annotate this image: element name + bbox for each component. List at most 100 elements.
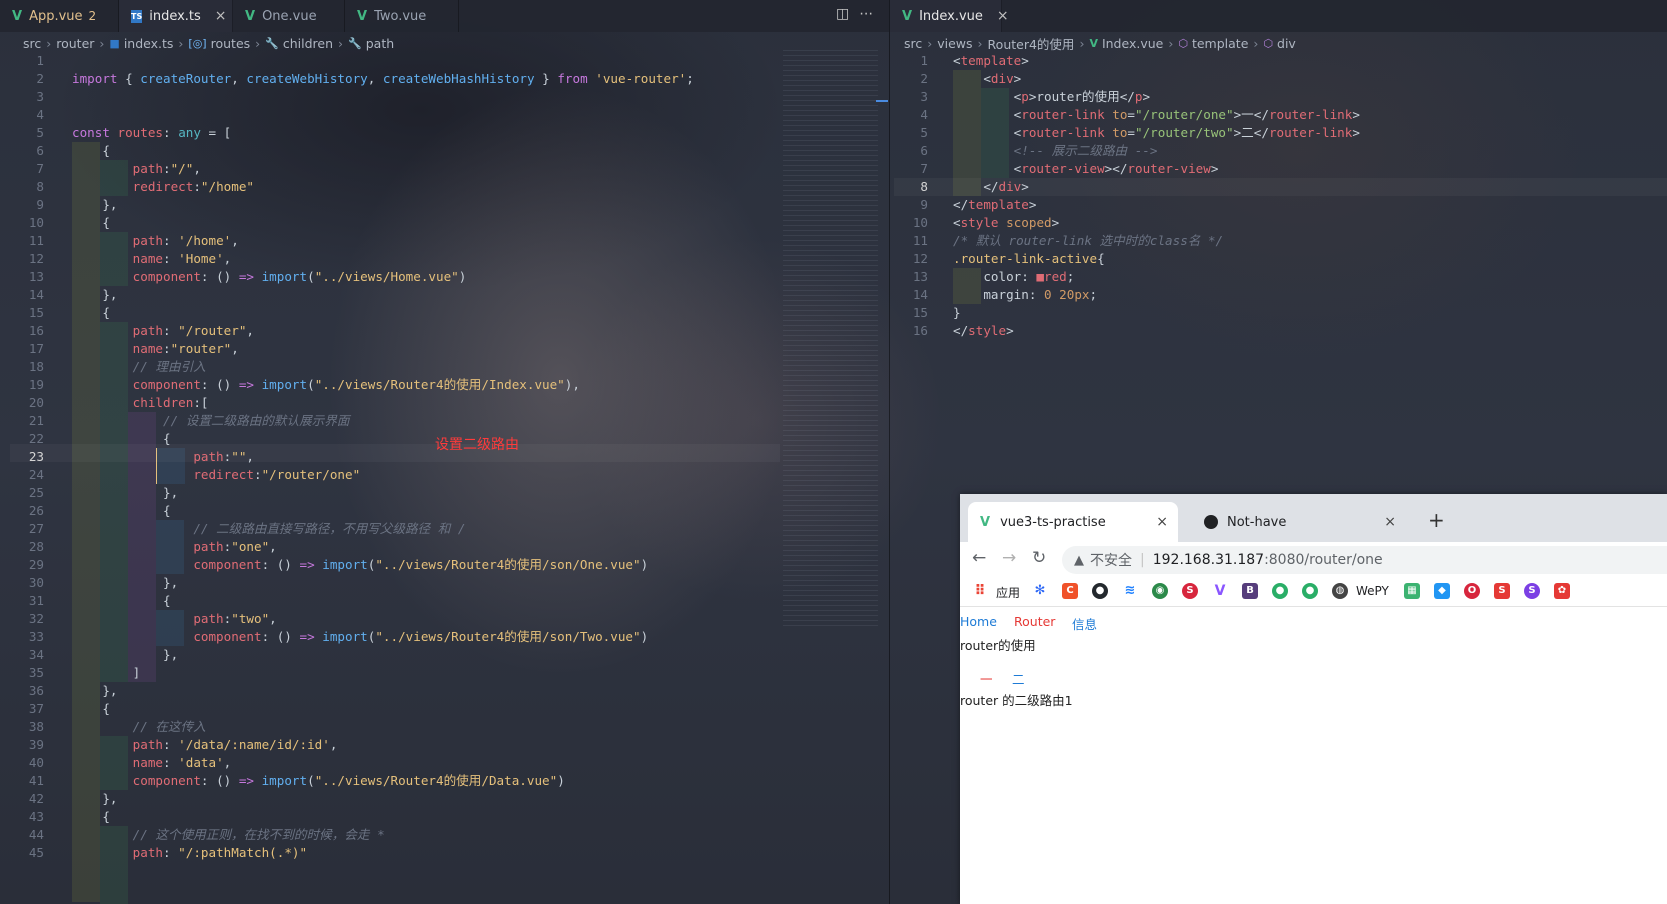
line-number: 45 — [28, 845, 44, 860]
left-code-editor[interactable]: 1 2 import { createRouter, createWebHistor… — [10, 52, 780, 904]
close-icon[interactable]: × — [1384, 514, 1396, 530]
line-number: 39 — [28, 737, 44, 752]
code-text: <style scoped> — [953, 215, 1060, 230]
bookmark-icon[interactable]: S — [1182, 583, 1198, 599]
code-text: { — [72, 701, 110, 716]
ts-icon: ■ — [109, 36, 120, 50]
tab-index-ts[interactable]: TS index.ts × — [119, 0, 233, 32]
breadcrumb-item[interactable]: views — [937, 36, 972, 51]
breadcrumb: src › router › ■ index.ts › [◎] routes › 🔧 chil… — [23, 35, 395, 51]
bookmark-icon[interactable]: ✿ — [1554, 583, 1570, 599]
layers-icon[interactable]: ◆ — [1434, 583, 1450, 599]
nav-link-home[interactable]: Home — [960, 614, 997, 629]
tab-one-vue[interactable]: V One.vue — [233, 0, 345, 32]
code-text: path:"one", — [72, 539, 277, 554]
line-number: 29 — [28, 557, 44, 572]
code-text: <p>router的使用</p> — [953, 89, 1151, 104]
bookmark-icon[interactable]: O — [1464, 583, 1480, 599]
sub-link-one[interactable]: 一 — [980, 669, 993, 688]
code-text: component: () => import("../views/Router… — [72, 629, 649, 644]
breadcrumb-item[interactable]: Index.vue — [1102, 36, 1163, 51]
code-text: component: () => import("../views/Router… — [72, 773, 565, 788]
code-text: path: "/router", — [72, 323, 255, 338]
csdn-icon[interactable]: C — [1062, 583, 1078, 599]
line-number: 8 — [920, 179, 928, 194]
breadcrumb-item[interactable]: div — [1277, 36, 1296, 51]
globe-icon[interactable]: ◍ — [1332, 583, 1348, 599]
code-text: { — [72, 503, 171, 518]
code-text: <div> — [953, 71, 1022, 86]
vue-icon: V — [245, 8, 256, 24]
breadcrumb-item[interactable]: src — [904, 36, 922, 51]
reload-icon[interactable]: ↻ — [1032, 548, 1046, 568]
apps-grid-icon[interactable]: ⠿ — [972, 583, 988, 599]
code-text: <template> — [953, 53, 1029, 68]
code-text: margin: 0 20px; — [953, 287, 1098, 302]
baidu-icon[interactable]: ✻ — [1032, 583, 1048, 599]
qrcode-icon[interactable]: ▦ — [1404, 583, 1420, 599]
nav-link-router[interactable]: Router — [1014, 614, 1055, 629]
code-text: path: '/home', — [72, 233, 239, 248]
split-editor-icon[interactable]: ◫ — [836, 6, 859, 22]
line-number: 43 — [28, 809, 44, 824]
code-text: const routes: any = [ — [72, 125, 232, 140]
breadcrumb-item[interactable]: src — [23, 36, 41, 51]
close-icon[interactable]: × — [1156, 514, 1168, 530]
line-number: 2 — [36, 71, 44, 86]
line-number: 7 — [920, 161, 928, 176]
breadcrumb-item[interactable]: template — [1192, 36, 1248, 51]
bookmark-icon[interactable]: ◉ — [1152, 583, 1168, 599]
code-text: }, — [72, 683, 118, 698]
bootstrap-icon[interactable]: B — [1242, 583, 1258, 599]
nav-link-info[interactable]: 信息 — [1072, 614, 1097, 633]
juejin-icon[interactable]: ≋ — [1122, 583, 1138, 599]
wechat-icon[interactable]: ● — [1302, 583, 1318, 599]
line-number: 5 — [920, 125, 928, 140]
wechat-icon[interactable]: ● — [1272, 583, 1288, 599]
line-number: 33 — [28, 629, 44, 644]
breadcrumb-item[interactable]: path — [366, 36, 394, 51]
breadcrumb-item[interactable]: index.ts — [124, 36, 174, 51]
breadcrumb-item[interactable]: children — [283, 36, 333, 51]
tab-index-vue[interactable]: V Index.vue × — [890, 0, 1009, 32]
line-number: 9 — [36, 197, 44, 212]
more-actions-icon[interactable]: ⋯ — [859, 6, 883, 22]
code-text: path: '/data/:name/id/:id', — [72, 737, 338, 752]
breadcrumb-item[interactable]: routes — [211, 36, 251, 51]
tab-two-vue[interactable]: V Two.vue — [345, 0, 459, 32]
code-text: import { createRouter, createWebHistory,… — [72, 71, 694, 86]
forward-icon[interactable]: → — [1002, 548, 1016, 568]
back-icon[interactable]: ← — [972, 548, 986, 568]
address-bar[interactable]: ▲ 不安全 | 192.168.31.187:8080/router/one — [1062, 546, 1667, 574]
line-number: 38 — [28, 719, 44, 734]
github-icon[interactable]: ● — [1092, 583, 1108, 599]
code-text: </div> — [953, 179, 1029, 194]
browser-tab-vue3[interactable]: V vue3-ts-practise × — [968, 502, 1178, 542]
breadcrumb-item[interactable]: Router4的使用 — [988, 34, 1075, 53]
line-number: 6 — [920, 143, 928, 158]
page-heading: router的使用 — [960, 638, 1036, 653]
bookmark-icon[interactable]: S — [1524, 583, 1540, 599]
line-number: 37 — [28, 701, 44, 716]
element-icon: ⬡ — [1178, 36, 1188, 50]
right-code-editor[interactable]: 1 <template> 2 <div> 3 <p>router的使用</p> 4 <r… — [894, 52, 1667, 352]
vue-icon[interactable]: V — [1212, 583, 1228, 599]
browser-tab-not-have[interactable]: Not-have × — [1192, 502, 1406, 542]
line-number: 25 — [28, 485, 44, 500]
minimap[interactable] — [783, 50, 878, 630]
vue-icon: V — [902, 8, 913, 24]
code-text: { — [72, 305, 110, 320]
close-icon[interactable]: × — [215, 8, 227, 24]
line-number: 8 — [36, 179, 44, 194]
line-number: 14 — [912, 287, 928, 302]
bookmark-icon[interactable]: S — [1494, 583, 1510, 599]
pane-divider[interactable] — [889, 0, 890, 904]
code-text: // 设置二级路由的默认展示界面 — [72, 413, 350, 428]
breadcrumb: src › views › Router4的使用 › V Index.vue › ⬡ tem… — [904, 34, 1296, 53]
sub-link-two[interactable]: 二 — [1012, 669, 1025, 688]
tab-app-vue[interactable]: V App.vue 2 — [0, 0, 119, 32]
breadcrumb-item[interactable]: router — [56, 36, 94, 51]
close-icon[interactable]: × — [997, 8, 1009, 24]
code-text: // 理由引入 — [72, 359, 206, 374]
new-tab-button[interactable]: + — [1428, 508, 1445, 532]
